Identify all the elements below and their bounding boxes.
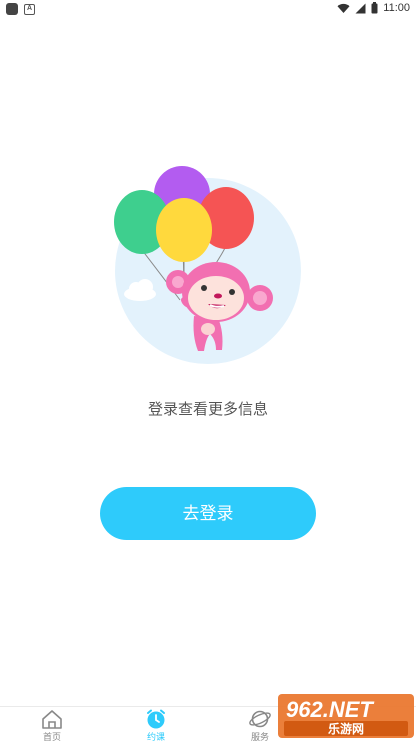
watermark-logo: 962.NET 乐游网 [278,694,414,738]
battery-icon [371,2,378,14]
status-bar: A 11:00 [0,0,416,18]
home-icon [42,710,62,729]
tab-home[interactable]: 首页 [22,707,82,741]
planet-icon [249,710,271,728]
wifi-icon [337,3,350,13]
balloon-yellow [156,198,212,262]
tab-booking-label: 约课 [146,732,165,741]
svg-text:962.NET: 962.NET [286,697,374,722]
svg-text:乐游网: 乐游网 [328,721,364,736]
a-badge-icon: A [24,3,35,15]
app-notification-icon [6,3,18,15]
alarm-clock-icon [147,709,165,729]
status-time: 11:00 [383,2,410,14]
status-left: A [6,3,35,15]
signal-icon [355,3,366,13]
tab-home-label: 首页 [42,732,61,741]
login-button[interactable]: 去登录 [100,487,316,540]
tab-booking[interactable]: 约课 [126,707,186,741]
login-prompt-text: 登录查看更多信息 [147,401,268,418]
monkey-balloons-illustration [114,166,301,364]
status-right: 11:00 [337,2,410,14]
